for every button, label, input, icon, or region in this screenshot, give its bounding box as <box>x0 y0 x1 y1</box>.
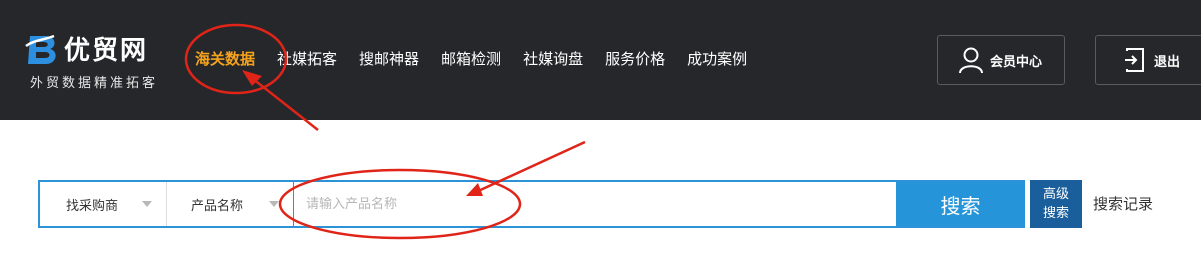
advanced-search-line2: 搜索 <box>1042 206 1069 221</box>
main-nav: 海关数据 社媒拓客 搜邮神器 邮箱检测 社媒询盘 服务价格 成功案例 <box>195 46 769 74</box>
user-icon <box>959 47 983 74</box>
chevron-down-icon <box>269 201 279 207</box>
nav-item-email-verify[interactable]: 邮箱检测 <box>441 46 501 74</box>
logo-tagline: 外贸数据精准拓客 <box>30 76 159 91</box>
search-type-select[interactable]: 找采购商 <box>40 182 167 226</box>
search-button[interactable]: 搜索 <box>896 182 1025 226</box>
chevron-down-icon <box>142 201 152 207</box>
logout-icon <box>1125 48 1144 72</box>
search-history-link[interactable]: 搜索记录 <box>1093 193 1153 214</box>
search-input[interactable] <box>294 182 894 226</box>
logout-button[interactable]: 退出 <box>1095 35 1201 85</box>
logout-label: 退出 <box>1154 54 1181 70</box>
advanced-search-line1: 高级 <box>1042 187 1069 202</box>
page: 优贸网 外贸数据精准拓客 海关数据 社媒拓客 搜邮神器 邮箱检测 社媒询盘 服务… <box>0 0 1201 275</box>
nav-item-social-prospecting[interactable]: 社媒拓客 <box>277 46 337 74</box>
advanced-search-button[interactable]: 高级 搜索 <box>1030 180 1082 228</box>
search-bar: 找采购商 产品名称 搜索 <box>38 180 1025 228</box>
member-center-label: 会员中心 <box>990 54 1043 70</box>
search-field-select[interactable]: 产品名称 <box>167 182 294 226</box>
top-header: 优贸网 外贸数据精准拓客 海关数据 社媒拓客 搜邮神器 邮箱检测 社媒询盘 服务… <box>0 0 1201 120</box>
logo-b-icon <box>25 34 56 64</box>
search-type-value: 找采购商 <box>66 198 119 214</box>
logo-name: 优贸网 <box>64 36 149 66</box>
site-logo[interactable]: 优贸网 外贸数据精准拓客 <box>24 30 174 92</box>
nav-item-email-finder[interactable]: 搜邮神器 <box>359 46 419 74</box>
nav-item-cases[interactable]: 成功案例 <box>687 46 747 74</box>
search-field-value: 产品名称 <box>191 198 244 214</box>
nav-item-social-inquiry[interactable]: 社媒询盘 <box>523 46 583 74</box>
nav-item-pricing[interactable]: 服务价格 <box>605 46 665 74</box>
member-center-button[interactable]: 会员中心 <box>937 35 1065 85</box>
nav-item-customs-data[interactable]: 海关数据 <box>195 46 255 74</box>
